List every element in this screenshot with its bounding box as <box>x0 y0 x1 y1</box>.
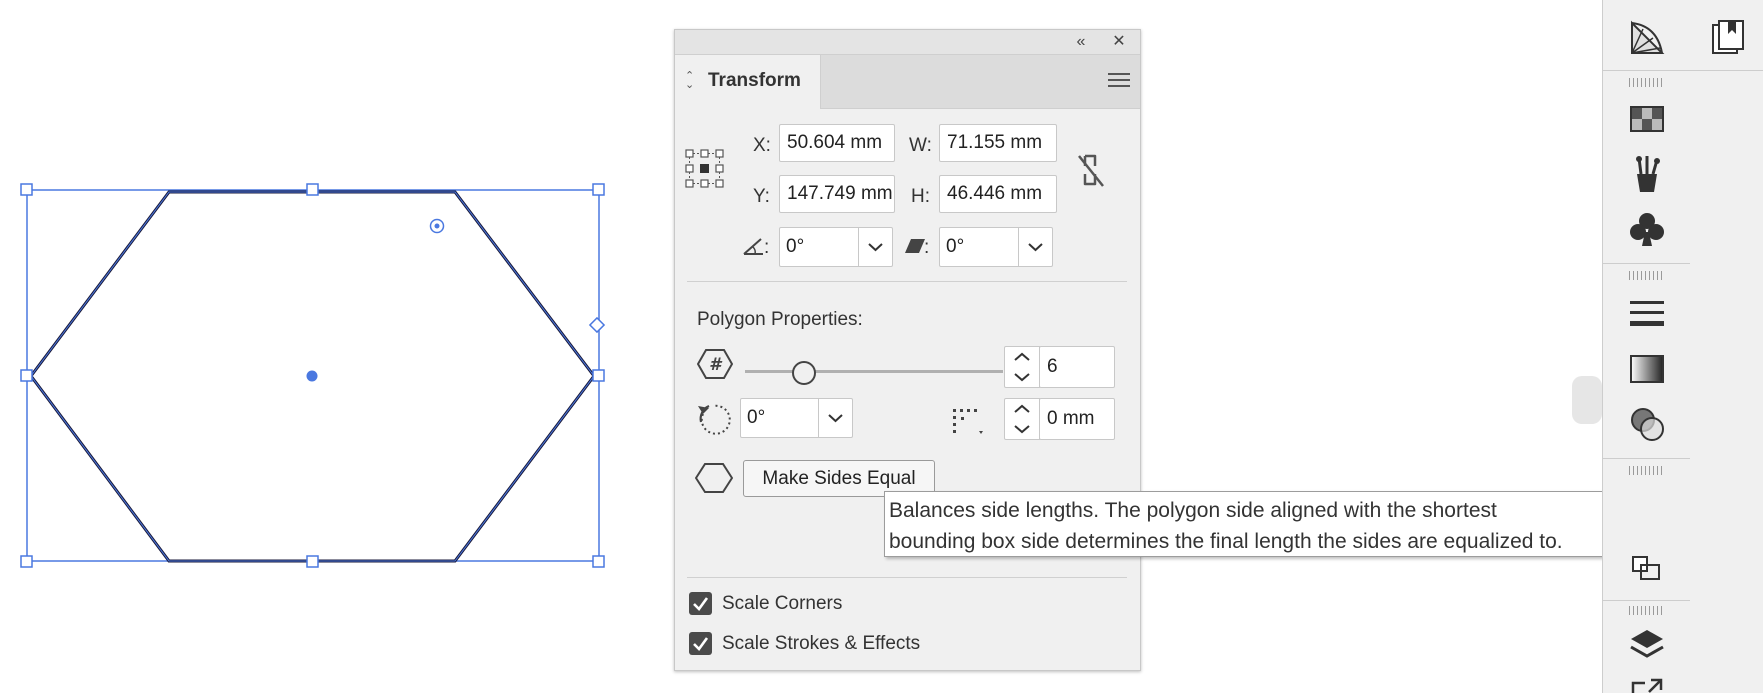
transparency-icon[interactable] <box>1630 407 1666 443</box>
svg-text:#: # <box>709 355 723 375</box>
w-label: W: <box>909 135 932 156</box>
canvas-artwork[interactable] <box>0 0 620 580</box>
rotate-angle-value: 0° <box>786 236 805 257</box>
tooltip-line-1: Balances side lengths. The polygon side … <box>889 499 1497 522</box>
chevron-down-icon <box>1028 243 1043 252</box>
scale-strokes-label[interactable]: Scale Strokes & Effects <box>722 633 920 655</box>
shear-colon-label: : <box>924 237 930 258</box>
handle-top-middle[interactable] <box>306 183 319 196</box>
checkmark-icon <box>693 637 709 651</box>
checkmark-icon <box>693 597 709 611</box>
rotate-angle-dropdown[interactable] <box>858 228 892 266</box>
polygon-sides-icon: # <box>697 349 733 379</box>
stroke-icon[interactable] <box>1629 300 1665 328</box>
polygon-rotation-value: 0° <box>747 407 766 428</box>
layers-icon[interactable] <box>1629 628 1665 664</box>
slider-track <box>745 370 1003 373</box>
h-label: H: <box>911 186 930 207</box>
dock-divider <box>1690 70 1763 71</box>
y-label: Y: <box>753 186 770 207</box>
chevron-down-icon <box>868 243 883 252</box>
export-icon[interactable] <box>1631 678 1663 693</box>
transform-panel: « ✕ ⌃ ⌄ Transform X: 50.604 mm W: 71.155 … <box>674 29 1141 671</box>
dock-grip[interactable] <box>1629 271 1665 280</box>
corner-radius-icon <box>953 409 983 434</box>
shear-angle-combo[interactable]: 0° <box>939 227 1053 267</box>
symbol-sprayer-icon[interactable] <box>1629 20 1665 56</box>
handle-middle-right[interactable] <box>592 369 605 382</box>
dock-grip[interactable] <box>1629 606 1665 615</box>
rotate-angle-combo[interactable]: 0° <box>779 227 893 267</box>
polygon-properties-heading: Polygon Properties: <box>697 309 863 330</box>
dock-divider <box>1603 263 1691 264</box>
dock-grip[interactable] <box>1629 466 1665 475</box>
hexagon-icon <box>695 463 733 493</box>
swatches-icon[interactable] <box>1630 106 1664 132</box>
angle-colon-label: : <box>764 237 770 258</box>
chevron-down-icon <box>828 414 843 423</box>
stepper-arrows-icon <box>1014 352 1030 382</box>
tab-transform[interactable]: ⌃ ⌄ Transform <box>675 55 821 109</box>
divider <box>687 281 1127 282</box>
tooltip: Balances side lengths. The polygon side … <box>884 491 1677 557</box>
scale-strokes-checkbox[interactable] <box>689 632 712 655</box>
handle-bottom-left[interactable] <box>20 555 33 568</box>
w-field[interactable]: 71.155 mm <box>939 124 1057 162</box>
shear-angle-dropdown[interactable] <box>1018 228 1052 266</box>
x-label: X: <box>753 135 771 156</box>
tooltip-line-2: bounding box side determines the final l… <box>889 530 1563 553</box>
panel-dock <box>1602 0 1692 693</box>
dock-divider <box>1603 458 1691 459</box>
corner-radius-stepper[interactable] <box>1004 398 1040 440</box>
scrollbar-thumb[interactable] <box>1572 376 1602 424</box>
shear-angle-value: 0° <box>946 236 965 257</box>
libraries-icon[interactable] <box>1712 20 1744 54</box>
sides-slider[interactable] <box>745 361 1003 385</box>
collapse-panel-icon[interactable]: « <box>1070 31 1092 53</box>
handle-bottom-right[interactable] <box>592 555 605 568</box>
h-field[interactable]: 46.446 mm <box>939 175 1057 213</box>
handle-top-left[interactable] <box>20 183 33 196</box>
sides-count-field[interactable]: 6 <box>1039 346 1115 388</box>
panel-title: Transform <box>708 70 801 91</box>
center-point <box>306 370 318 382</box>
handle-top-right[interactable] <box>592 183 605 196</box>
polygon-rotate-icon <box>698 404 731 435</box>
brushes-icon[interactable] <box>1631 154 1663 194</box>
close-panel-icon[interactable]: ✕ <box>1108 31 1130 53</box>
corner-radius-field[interactable]: 0 mm <box>1039 398 1115 440</box>
symbols-icon[interactable] <box>1630 212 1664 248</box>
reference-point-icon[interactable] <box>685 149 725 189</box>
dock-divider <box>1603 70 1691 71</box>
gradient-icon[interactable] <box>1630 355 1664 383</box>
panel-menu-icon[interactable] <box>1108 73 1130 89</box>
handle-middle-left[interactable] <box>20 369 33 382</box>
polygon-rotation-combo[interactable]: 0° <box>740 398 853 438</box>
x-field[interactable]: 50.604 mm <box>779 124 895 162</box>
slider-thumb[interactable] <box>792 361 816 385</box>
dock-divider <box>1603 600 1691 601</box>
constrain-proportions-icon[interactable] <box>1075 150 1107 190</box>
polygon-rotation-dropdown[interactable] <box>818 399 852 437</box>
scale-corners-label[interactable]: Scale Corners <box>722 593 842 615</box>
divider <box>687 577 1127 578</box>
dock-grip[interactable] <box>1629 78 1665 87</box>
panel-title-bar[interactable]: « ✕ <box>675 30 1140 55</box>
scale-corners-checkbox[interactable] <box>689 592 712 615</box>
panel-tab-bar: ⌃ ⌄ Transform <box>675 55 1140 109</box>
sides-widget-handle[interactable] <box>588 316 606 334</box>
tab-expand-arrows-icon[interactable]: ⌃ ⌄ <box>685 71 694 91</box>
sides-stepper[interactable] <box>1004 346 1040 388</box>
handle-bottom-middle[interactable] <box>306 555 319 568</box>
rotate-angle-icon <box>743 238 763 255</box>
stepper-arrows-icon <box>1014 404 1030 434</box>
transform-icon[interactable] <box>1631 555 1663 583</box>
secondary-dock <box>1690 0 1763 693</box>
y-field[interactable]: 147.749 mm <box>779 175 895 213</box>
